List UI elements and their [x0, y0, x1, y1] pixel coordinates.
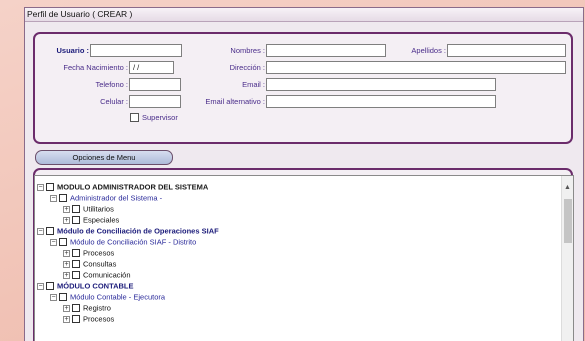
expand-icon[interactable]: +	[63, 304, 70, 312]
tree-scrollbar[interactable]: ▲	[561, 176, 573, 341]
supervisor-checkbox[interactable]	[130, 113, 139, 122]
apellidos-label: Apellidos :	[411, 46, 446, 55]
fecha-nacimiento-label: Fecha Nacimiento :	[63, 63, 128, 72]
direccion-label: Dirección :	[229, 63, 265, 72]
tree-node-modulo-contable[interactable]: − MÓDULO CONTABLE	[37, 280, 134, 291]
tree-node-modulo-conciliacion[interactable]: − Módulo de Conciliación de Operaciones S…	[37, 225, 219, 236]
node-checkbox[interactable]	[46, 227, 54, 236]
celular-input[interactable]	[129, 95, 181, 108]
telefono-label: Telefono :	[95, 80, 128, 89]
node-checkbox[interactable]	[46, 183, 54, 192]
celular-label: Celular :	[100, 97, 128, 106]
user-form-panel: Usuario : Nombres : Apellidos : Fecha Na…	[33, 32, 573, 144]
tree-node-contable-ejecutora[interactable]: − Módulo Contable - Ejecutora	[50, 291, 165, 302]
apellidos-input[interactable]	[447, 44, 566, 57]
email-alternativo-label: Email alternativo :	[205, 97, 265, 106]
email-input[interactable]	[266, 78, 496, 91]
node-checkbox[interactable]	[72, 216, 80, 225]
tree-node-administrador-sistema[interactable]: − Administrador del Sistema -	[50, 192, 162, 203]
email-label: Email :	[242, 80, 265, 89]
email-alternativo-input[interactable]	[266, 95, 496, 108]
collapse-icon[interactable]: −	[37, 183, 44, 191]
collapse-icon[interactable]: −	[50, 293, 57, 301]
node-checkbox[interactable]	[72, 205, 80, 214]
menu-tree: − MODULO ADMINISTRADOR DEL SISTEMA − Admin…	[34, 175, 574, 341]
window-title: Perfil de Usuario ( CREAR )	[25, 8, 583, 22]
node-checkbox[interactable]	[59, 238, 67, 247]
expand-icon[interactable]: +	[63, 216, 70, 224]
tree-node-modulo-administrador[interactable]: − MODULO ADMINISTRADOR DEL SISTEMA	[37, 181, 208, 192]
fecha-nacimiento-input[interactable]: / /	[129, 61, 174, 74]
collapse-icon[interactable]: −	[50, 238, 57, 246]
usuario-input[interactable]	[90, 44, 182, 57]
telefono-input[interactable]	[129, 78, 181, 91]
tree-node-especiales[interactable]: + Especiales	[63, 214, 119, 225]
node-checkbox[interactable]	[59, 293, 67, 302]
expand-icon[interactable]: +	[63, 271, 70, 279]
tree-node-comunicacion[interactable]: + Comunicación	[63, 269, 131, 280]
expand-icon[interactable]: +	[63, 260, 70, 268]
node-checkbox[interactable]	[72, 260, 80, 269]
expand-icon[interactable]: +	[63, 249, 70, 257]
node-checkbox[interactable]	[46, 282, 54, 291]
node-checkbox[interactable]	[59, 194, 67, 203]
tree-node-utilitarios[interactable]: + Utilitarios	[63, 203, 114, 214]
collapse-icon[interactable]: −	[37, 227, 44, 235]
expand-icon[interactable]: +	[63, 205, 70, 213]
collapse-icon[interactable]: −	[50, 194, 57, 202]
expand-icon[interactable]: +	[63, 315, 70, 323]
node-checkbox[interactable]	[72, 304, 80, 313]
tree-node-procesos[interactable]: + Procesos	[63, 247, 114, 258]
scroll-up-icon[interactable]: ▲	[564, 184, 571, 191]
nombres-input[interactable]	[266, 44, 386, 57]
nombres-label: Nombres :	[230, 46, 265, 55]
usuario-label: Usuario :	[56, 46, 89, 55]
node-checkbox[interactable]	[72, 271, 80, 280]
collapse-icon[interactable]: −	[37, 282, 44, 290]
node-checkbox[interactable]	[72, 315, 80, 324]
tree-node-conciliacion-distrito[interactable]: − Módulo de Conciliación SIAF - Distrito	[50, 236, 196, 247]
node-checkbox[interactable]	[72, 249, 80, 258]
direccion-input[interactable]	[266, 61, 566, 74]
profile-window: Perfil de Usuario ( CREAR ) Usuario : No…	[24, 7, 584, 341]
tree-node-registro[interactable]: + Registro	[63, 302, 111, 313]
tree-node-consultas[interactable]: + Consultas	[63, 258, 116, 269]
supervisor-label: Supervisor	[142, 113, 178, 122]
tree-node-procesos-contable[interactable]: + Procesos	[63, 313, 114, 324]
scroll-thumb[interactable]	[564, 199, 572, 243]
menu-options-tab[interactable]: Opciones de Menu	[35, 150, 173, 165]
